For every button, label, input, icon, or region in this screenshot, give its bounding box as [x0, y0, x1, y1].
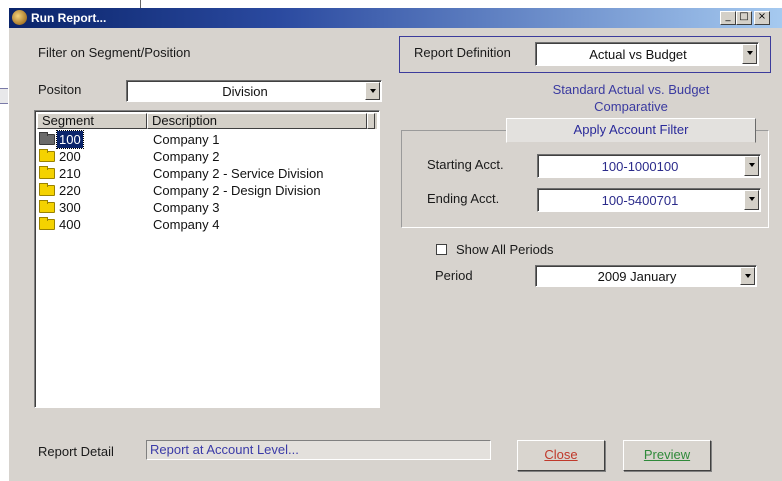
list-header: Segment Description [37, 113, 377, 129]
chevron-down-icon[interactable] [365, 82, 380, 100]
starting-acct-value: 100-1000100 [601, 158, 679, 174]
period-value: 2009 January [597, 268, 677, 284]
window-title: Run Report... [31, 11, 107, 25]
segment-description: Company 2 - Design Division [153, 183, 321, 198]
report-description-line1: Standard Actual vs. Budget [552, 82, 710, 97]
title-bar[interactable]: Run Report... _ □ × [9, 8, 782, 28]
report-detail-label: Report Detail [38, 444, 114, 459]
chevron-down-icon[interactable] [744, 190, 759, 210]
chevron-down-icon[interactable] [744, 156, 759, 176]
segment-description: Company 1 [153, 132, 220, 147]
folder-icon [39, 200, 55, 213]
run-report-dialog: Run Report... _ □ × Filter on Segment/Po… [8, 8, 782, 481]
column-header-filler [367, 113, 375, 129]
position-label: Positon [38, 82, 82, 97]
ending-acct-label: Ending Acct. [427, 191, 500, 206]
maximize-icon[interactable]: □ [736, 11, 752, 25]
segment-code: 220 [59, 183, 81, 198]
folder-icon [39, 166, 55, 179]
account-filter-group [401, 130, 769, 228]
show-all-periods-label[interactable]: Show All Periods [456, 242, 554, 258]
chevron-down-icon[interactable] [740, 267, 755, 285]
segment-list[interactable]: Segment Description 100 Company 1 200 Co… [34, 110, 380, 408]
folder-icon [39, 132, 55, 145]
segment-code: 100 [56, 130, 84, 149]
segment-description: Company 3 [153, 200, 220, 215]
starting-acct-label: Starting Acct. [427, 157, 504, 172]
folder-icon [39, 183, 55, 196]
segment-description: Company 2 - Service Division [153, 166, 324, 181]
report-description-line2: Comparative [594, 99, 668, 114]
close-button[interactable]: Close [517, 440, 605, 471]
position-dropdown[interactable]: Division [126, 80, 382, 102]
ending-acct-dropdown[interactable]: 100-5400701 [537, 188, 761, 212]
minimize-icon[interactable]: _ [720, 11, 736, 25]
background-divider [140, 0, 141, 8]
segment-description: Company 4 [153, 217, 220, 232]
period-label: Period [435, 268, 473, 283]
segment-description: Company 2 [153, 149, 220, 164]
column-header-description[interactable]: Description [147, 113, 367, 129]
report-definition-label: Report Definition [414, 45, 511, 60]
app-icon [12, 10, 27, 25]
report-definition-value: Actual vs Budget [589, 46, 687, 62]
report-detail-field[interactable]: Report at Account Level... [146, 440, 491, 460]
close-icon[interactable]: × [754, 11, 770, 25]
position-value: Division [222, 83, 268, 99]
background-desktop [0, 0, 782, 8]
report-definition-dropdown[interactable]: Actual vs Budget [535, 42, 759, 66]
show-all-periods-checkbox[interactable] [436, 244, 447, 255]
preview-button[interactable]: Preview [623, 440, 711, 471]
folder-icon [39, 217, 55, 230]
segment-code: 210 [59, 166, 81, 181]
segment-code: 200 [59, 149, 81, 164]
segment-code: 400 [59, 217, 81, 232]
segment-code: 300 [59, 200, 81, 215]
starting-acct-dropdown[interactable]: 100-1000100 [537, 154, 761, 178]
chevron-down-icon[interactable] [742, 44, 757, 64]
folder-icon [39, 149, 55, 162]
apply-account-filter-tab[interactable]: Apply Account Filter [506, 118, 756, 143]
period-dropdown[interactable]: 2009 January [535, 265, 757, 287]
filter-heading: Filter on Segment/Position [38, 45, 191, 60]
ending-acct-value: 100-5400701 [601, 192, 679, 208]
column-header-segment[interactable]: Segment [37, 113, 147, 129]
